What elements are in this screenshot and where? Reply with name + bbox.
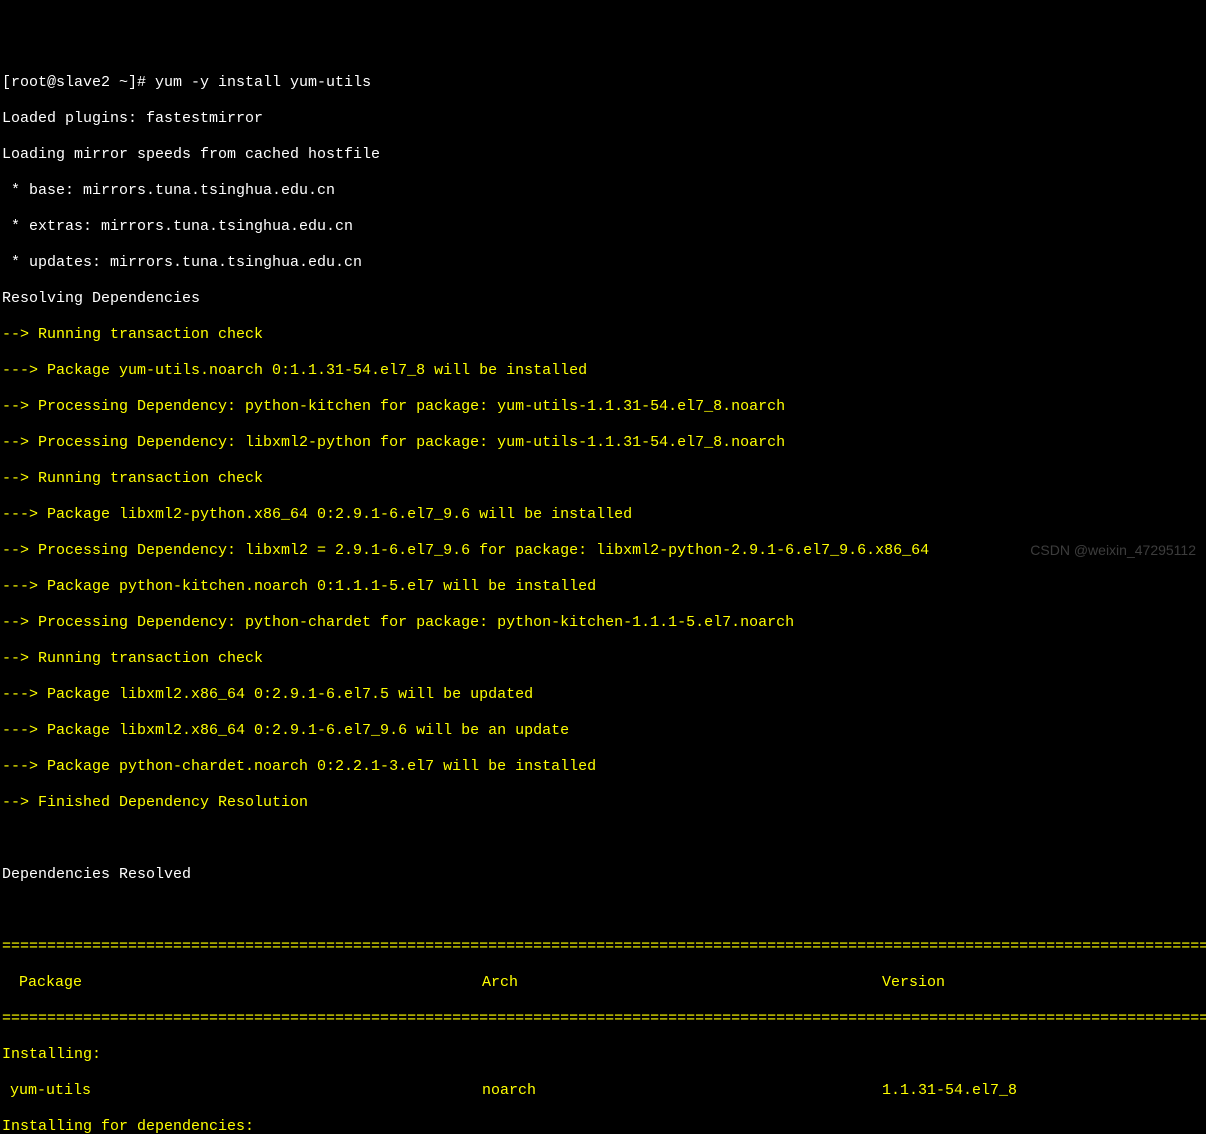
dependency-line: --> Processing Dependency: libxml2-pytho… (2, 434, 1204, 452)
output-line: * extras: mirrors.tuna.tsinghua.edu.cn (2, 218, 1204, 236)
dependency-line: --> Running transaction check (2, 650, 1204, 668)
dependency-line: ---> Package libxml2.x86_64 0:2.9.1-6.el… (2, 686, 1204, 704)
cell-package: yum-utils (2, 1082, 482, 1100)
dependency-line: ---> Package python-chardet.noarch 0:2.2… (2, 758, 1204, 776)
dependency-line: --> Running transaction check (2, 326, 1204, 344)
table-divider: ========================================… (2, 1010, 1204, 1028)
output-line: Resolving Dependencies (2, 290, 1204, 308)
cell-arch: noarch (482, 1082, 882, 1100)
header-version: Version (882, 974, 1204, 992)
watermark: CSDN @weixin_47295112 (1030, 542, 1196, 559)
dependency-line: --> Processing Dependency: python-charde… (2, 614, 1204, 632)
output-line: * updates: mirrors.tuna.tsinghua.edu.cn (2, 254, 1204, 272)
section-installing: Installing: (2, 1046, 1204, 1064)
dependency-line: ---> Package yum-utils.noarch 0:1.1.31-5… (2, 362, 1204, 380)
output-line: Loaded plugins: fastestmirror (2, 110, 1204, 128)
shell-prompt: [root@slave2 ~]# (2, 74, 155, 91)
output-line: Loading mirror speeds from cached hostfi… (2, 146, 1204, 164)
dependency-line: ---> Package python-kitchen.noarch 0:1.1… (2, 578, 1204, 596)
header-arch: Arch (482, 974, 882, 992)
dependency-line: --> Processing Dependency: python-kitche… (2, 398, 1204, 416)
table-row: yum-utilsnoarch1.1.31-54.el7_8 (2, 1082, 1204, 1100)
output-line: * base: mirrors.tuna.tsinghua.edu.cn (2, 182, 1204, 200)
dependency-line: --> Processing Dependency: libxml2 = 2.9… (2, 542, 1204, 560)
deps-resolved: Dependencies Resolved (2, 866, 1204, 884)
cell-version: 1.1.31-54.el7_8 (882, 1082, 1204, 1100)
blank-line (2, 902, 1204, 920)
prompt-line: [root@slave2 ~]# yum -y install yum-util… (2, 74, 1204, 92)
dependency-line: --> Finished Dependency Resolution (2, 794, 1204, 812)
dependency-line: ---> Package libxml2.x86_64 0:2.9.1-6.el… (2, 722, 1204, 740)
header-package: Package (2, 974, 482, 992)
dependency-line: --> Running transaction check (2, 470, 1204, 488)
command-text[interactable]: yum -y install yum-utils (155, 74, 371, 91)
table-divider: ========================================… (2, 938, 1204, 956)
dependency-line: ---> Package libxml2-python.x86_64 0:2.9… (2, 506, 1204, 524)
table-header-row: PackageArchVersion (2, 974, 1204, 992)
blank-line (2, 830, 1204, 848)
section-installing-deps: Installing for dependencies: (2, 1118, 1204, 1134)
